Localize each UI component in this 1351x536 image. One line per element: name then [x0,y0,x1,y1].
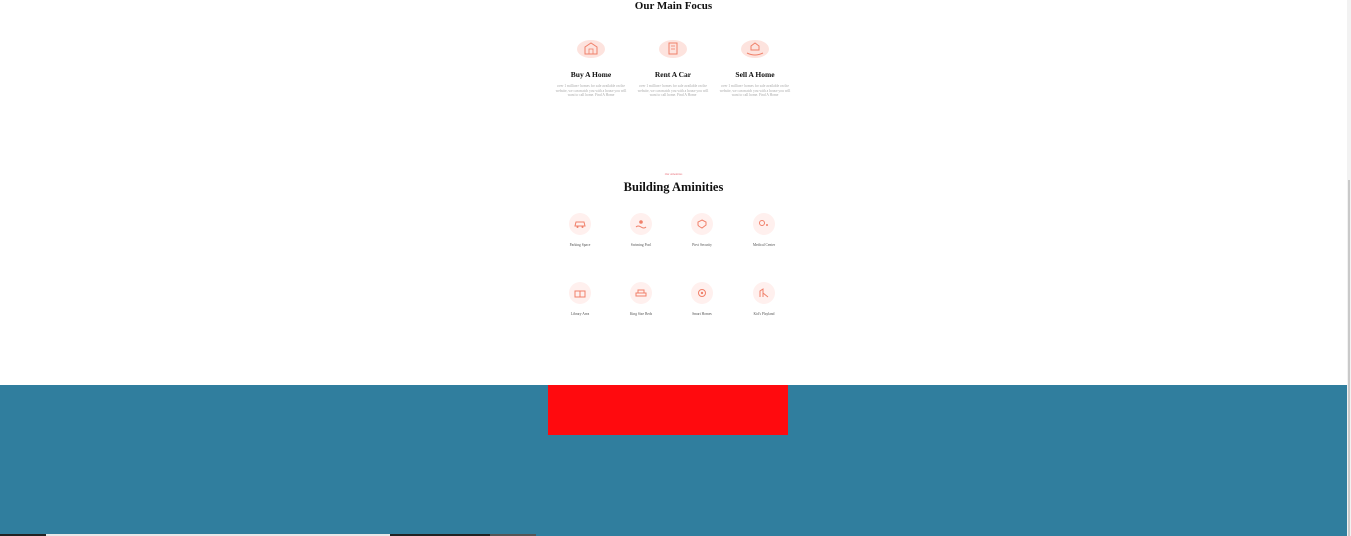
amenity-label: Smart Homes [692,312,712,316]
amenity-label: Pirvt Security [692,243,712,247]
bed-icon [630,282,652,304]
scrollbar-thumb[interactable] [1348,180,1350,536]
amenities-heading: Building Aminities [623,180,724,194]
shield-icon [691,213,713,235]
playground-icon [753,282,775,304]
amenity-label: Kid's Playland [753,312,775,316]
house-sign-icon [576,38,606,60]
amenity-kids-playland[interactable]: Kid's Playland [734,282,794,317]
car-icon [569,213,591,235]
focus-title: Buy A Home [570,70,612,79]
medical-icon [753,213,775,235]
footer-red-block [548,385,788,435]
building-key-icon [658,38,688,60]
amenity-king-size-beds[interactable]: King Size Beds [611,282,671,317]
focus-item-buy-home[interactable]: Buy A Home over 1 million+ homes for sal… [554,38,628,98]
amenity-label: Swiming Pool [630,243,652,247]
amenity-label: Medical Center [752,243,776,247]
amenity-label: Library Area [570,312,590,316]
amenity-smart-homes[interactable]: Smart Homes [672,282,732,317]
amenity-pirvt-security[interactable]: Pirvt Security [672,213,732,248]
smart-home-icon [691,282,713,304]
amenity-swiming-pool[interactable]: Swiming Pool [611,213,671,248]
hand-house-icon [740,38,770,60]
amenity-label: King Size Beds [629,312,653,316]
amenity-library-area[interactable]: Library Area [550,282,610,317]
amenity-label: Parking Space [569,243,591,247]
amenity-medical-center[interactable]: Medical Center [734,213,794,248]
library-icon [569,282,591,304]
focus-description: over 1 million+ homes for sale available… [719,84,791,98]
focus-description: over 1 million+ homes for sale available… [637,84,709,98]
main-focus-heading: Our Main Focus [634,0,713,12]
pool-icon [630,213,652,235]
focus-item-rent-car[interactable]: Rent A Car over 1 million+ homes for sal… [636,38,710,98]
focus-item-sell-home[interactable]: Sell A Home over 1 million+ homes for sa… [718,38,792,98]
focus-description: over 1 million+ homes for sale available… [555,84,627,98]
amenities-eyebrow: Our Amenities [664,172,683,176]
focus-title: Rent A Car [654,70,692,79]
amenity-parking-space[interactable]: Parking Space [550,213,610,248]
focus-title: Sell A Home [735,70,775,79]
